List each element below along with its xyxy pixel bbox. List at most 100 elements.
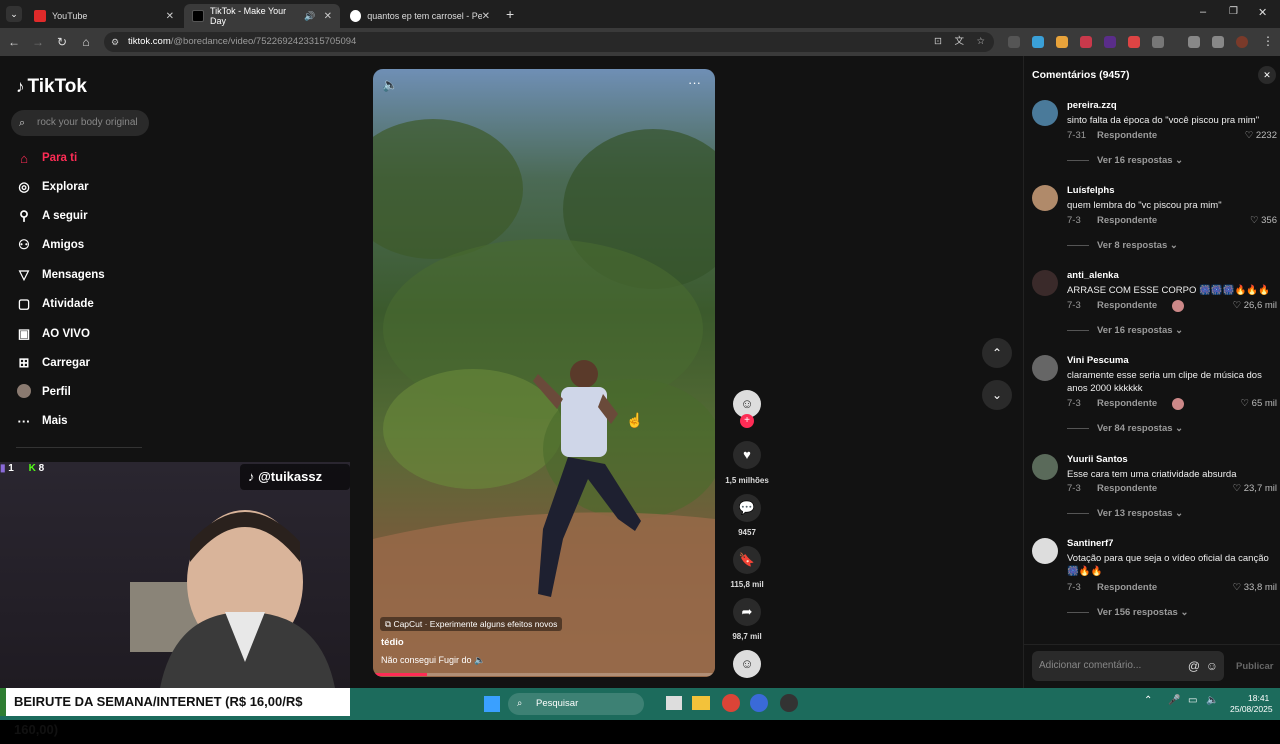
- comment-user[interactable]: anti_alenka: [1067, 270, 1119, 281]
- translate-icon[interactable]: 文: [954, 32, 964, 52]
- extensions-puzzle-icon[interactable]: [1152, 36, 1164, 48]
- extension-icon[interactable]: [1032, 36, 1044, 48]
- sidebar-item-para-ti[interactable]: ⌂ Para ti: [16, 147, 77, 169]
- clock-time[interactable]: 18:41: [1248, 693, 1269, 703]
- sidebar-item-atividade[interactable]: ▢ Atividade: [16, 293, 94, 315]
- view-replies-button[interactable]: Ver 8 respostas ⌄: [1067, 240, 1178, 251]
- comment-user[interactable]: pereira.zzq: [1067, 100, 1117, 111]
- comment-input[interactable]: Adicionar comentário... @ ☺: [1032, 651, 1224, 681]
- sidebar-item-mensagens[interactable]: ▽ Mensagens: [16, 264, 105, 286]
- comment-likes[interactable]: ♡ 33,8 mil: [1233, 582, 1277, 593]
- follow-plus-icon[interactable]: +: [740, 414, 754, 428]
- clock-date[interactable]: 25/08/2025: [1230, 704, 1273, 714]
- reload-button[interactable]: ↻: [54, 34, 70, 50]
- network-icon[interactable]: ▭: [1188, 695, 1197, 706]
- progress-bar[interactable]: [373, 673, 715, 676]
- download-icon[interactable]: [1188, 36, 1200, 48]
- sidebar-item-carregar[interactable]: ⊞ Carregar: [16, 352, 90, 374]
- publish-button[interactable]: Publicar: [1236, 661, 1274, 672]
- tab-list-button[interactable]: ⌄: [6, 6, 22, 22]
- emoji-icon[interactable]: ☺: [1206, 651, 1218, 681]
- next-video-button[interactable]: ⌄: [982, 380, 1012, 410]
- file-explorer-icon[interactable]: [692, 696, 710, 710]
- mention-icon[interactable]: @: [1188, 651, 1200, 681]
- sidebar-item-amigos[interactable]: ⚇ Amigos: [16, 234, 84, 256]
- effect-badge[interactable]: ⧉ CapCut · Experimente alguns efeitos no…: [380, 617, 563, 631]
- avatar[interactable]: [1032, 185, 1058, 211]
- app-icon[interactable]: [780, 694, 798, 712]
- avatar[interactable]: [1032, 270, 1058, 296]
- chrome-icon[interactable]: [722, 694, 740, 712]
- avatar[interactable]: [1032, 355, 1058, 381]
- url-bar[interactable]: ⚙ tiktok.com/@boredance/video/7522692423…: [104, 32, 994, 52]
- comment-user[interactable]: Santinerf7: [1067, 538, 1113, 549]
- extension-icon[interactable]: [1008, 36, 1020, 48]
- music-disc-avatar[interactable]: ☺: [733, 650, 761, 678]
- volume-icon[interactable]: 🔈: [382, 77, 398, 93]
- comment-user[interactable]: Vini Pescuma: [1067, 355, 1129, 366]
- site-info-icon[interactable]: ⚙: [111, 32, 119, 52]
- like-button[interactable]: ♥: [733, 441, 761, 469]
- comment-likes[interactable]: ♡ 65 mil: [1241, 398, 1278, 409]
- taskbar-search[interactable]: ⌕ Pesquisar: [508, 693, 644, 715]
- sidebar-item-perfil[interactable]: Perfil: [16, 381, 71, 403]
- bookmark-star-icon[interactable]: ☆: [976, 32, 985, 52]
- view-replies-button[interactable]: Ver 16 respostas ⌄: [1067, 155, 1183, 166]
- home-button[interactable]: ⌂: [78, 34, 94, 50]
- comment-button[interactable]: 💬: [733, 494, 761, 522]
- restore-button[interactable]: ❐: [1229, 6, 1238, 17]
- microphone-icon[interactable]: 🎤: [1168, 695, 1180, 706]
- comment-likes[interactable]: ♡ 23,7 mil: [1233, 483, 1277, 494]
- share-button[interactable]: ➦: [733, 598, 761, 626]
- comment-user[interactable]: Yuurii Santos: [1067, 454, 1128, 465]
- tiktok-logo[interactable]: ♪ TikTok: [16, 76, 87, 98]
- menu-icon[interactable]: ⋮: [1262, 34, 1274, 48]
- start-button[interactable]: [484, 696, 500, 712]
- music-label[interactable]: Não consegui Fugir do 🔈: [381, 655, 485, 666]
- volume-icon[interactable]: 🔈: [1206, 695, 1218, 706]
- close-window-button[interactable]: ✕: [1258, 6, 1267, 19]
- sidebar-item-ao-vivo[interactable]: ▣ AO VIVO: [16, 323, 90, 345]
- view-replies-button[interactable]: Ver 84 respostas ⌄: [1067, 423, 1183, 434]
- reply-button[interactable]: Respondente: [1097, 130, 1157, 141]
- view-replies-button[interactable]: Ver 13 respostas ⌄: [1067, 508, 1183, 519]
- tab-google[interactable]: quantos ep tem carrosel - Pesq ✕: [342, 4, 498, 28]
- extension-icon[interactable]: [1128, 36, 1140, 48]
- show-hidden-icons[interactable]: ⌃: [1144, 695, 1152, 706]
- back-button[interactable]: ←: [6, 34, 22, 50]
- avatar[interactable]: [1032, 538, 1058, 564]
- close-icon[interactable]: ✕: [166, 11, 174, 22]
- tab-tiktok[interactable]: TikTok - Make Your Day 🔊 ✕: [184, 4, 340, 28]
- avatar[interactable]: [1032, 454, 1058, 480]
- new-tab-button[interactable]: +: [506, 6, 514, 22]
- reply-button[interactable]: Respondente: [1097, 582, 1157, 593]
- tab-youtube[interactable]: YouTube ✕: [26, 4, 182, 28]
- comment-likes[interactable]: ♡ 2232: [1245, 130, 1277, 141]
- more-options-icon[interactable]: ···: [688, 75, 701, 90]
- close-icon[interactable]: ✕: [482, 11, 490, 22]
- media-control-icon[interactable]: [1212, 36, 1224, 48]
- forward-button[interactable]: →: [30, 34, 46, 50]
- reply-button[interactable]: Respondente: [1097, 215, 1157, 226]
- comment-likes[interactable]: ♡ 26,6 mil: [1233, 300, 1277, 311]
- sidebar-item-explorar[interactable]: ◎ Explorar: [16, 176, 88, 198]
- reply-button[interactable]: Respondente: [1097, 483, 1157, 494]
- minimize-button[interactable]: –: [1200, 6, 1206, 18]
- avatar[interactable]: [1032, 100, 1058, 126]
- search-input[interactable]: ⌕ rock your body original: [11, 110, 149, 136]
- previous-video-button[interactable]: ⌃: [982, 338, 1012, 368]
- extension-icon[interactable]: [1056, 36, 1068, 48]
- close-comments-button[interactable]: ✕: [1258, 66, 1276, 84]
- comment-likes[interactable]: ♡ 356: [1250, 215, 1277, 226]
- reply-button[interactable]: Respondente: [1097, 300, 1157, 311]
- comment-user[interactable]: Luísfelphs: [1067, 185, 1115, 196]
- bookmark-button[interactable]: 🔖: [733, 546, 761, 574]
- sidebar-item-mais[interactable]: ··· Mais: [16, 410, 68, 432]
- reply-button[interactable]: Respondente: [1097, 398, 1157, 409]
- speaker-icon[interactable]: 🔊: [304, 11, 315, 22]
- extension-icon[interactable]: [1080, 36, 1092, 48]
- video-player[interactable]: 🔈 ··· ⧉ CapCut · Experimente alguns efei…: [373, 69, 715, 677]
- view-replies-button[interactable]: Ver 156 respostas ⌄: [1067, 607, 1188, 618]
- profile-avatar[interactable]: [1236, 36, 1248, 48]
- install-icon[interactable]: ⊡: [934, 32, 942, 52]
